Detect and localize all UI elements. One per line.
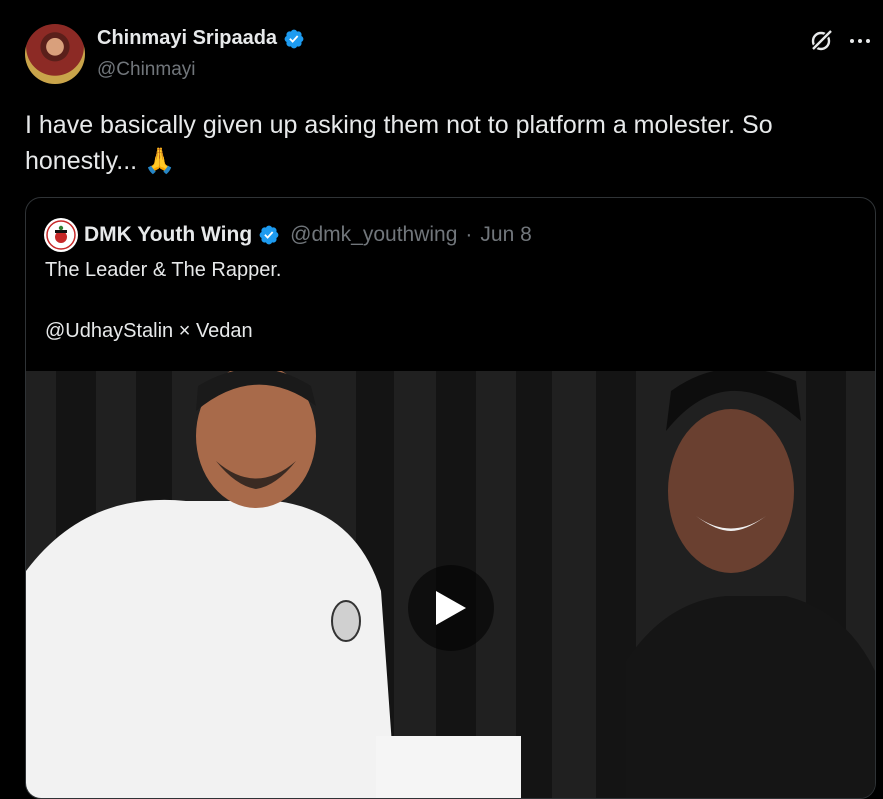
play-icon (436, 591, 466, 625)
quoted-tweet[interactable]: DMK Youth Wing @dmk_youthwing · Jun 8 Th… (25, 197, 876, 799)
avatar[interactable] (25, 24, 85, 84)
author-name-row: Chinmayi Sripaada (97, 27, 305, 50)
quoted-header: DMK Youth Wing @dmk_youthwing · Jun 8 (44, 218, 532, 252)
quoted-date[interactable]: Jun 8 (480, 223, 531, 247)
verified-badge-icon (284, 29, 304, 48)
quoted-handle[interactable]: @dmk_youthwing (290, 223, 457, 247)
tweet-text: I have basically given up asking them no… (25, 111, 773, 175)
author-handle[interactable]: @Chinmayi (97, 59, 195, 81)
quoted-text-line1: The Leader & The Rapper. (45, 259, 282, 281)
more-options-icon[interactable] (849, 38, 871, 44)
meta-separator: · (465, 223, 473, 246)
quoted-avatar[interactable] (44, 218, 78, 252)
quoted-verified-badge-icon (259, 225, 279, 245)
author-display-name[interactable]: Chinmayi Sripaada (97, 27, 277, 50)
quoted-text-line2[interactable]: @UdhayStalin × Vedan (45, 320, 253, 343)
play-button[interactable] (408, 565, 494, 651)
quoted-display-name[interactable]: DMK Youth Wing (84, 223, 252, 247)
video-thumbnail[interactable] (26, 371, 875, 798)
dmk-logo-icon (46, 220, 76, 250)
grok-icon[interactable] (808, 28, 834, 54)
